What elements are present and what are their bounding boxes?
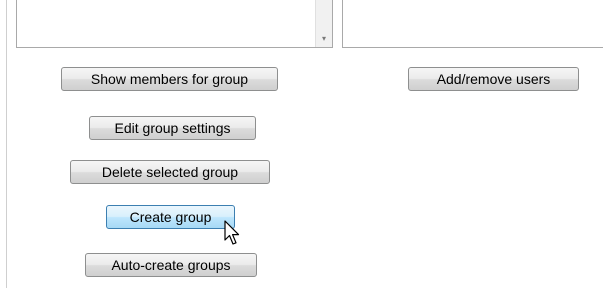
show-members-button[interactable]: Show members for group bbox=[61, 67, 278, 91]
mouse-pointer-arrow-icon bbox=[224, 220, 240, 245]
edit-group-settings-button[interactable]: Edit group settings bbox=[89, 116, 256, 140]
create-group-button[interactable]: Create group bbox=[106, 205, 235, 229]
scroll-down-arrow-icon[interactable]: ▾ bbox=[316, 35, 332, 43]
delete-selected-group-button[interactable]: Delete selected group bbox=[70, 160, 270, 184]
groups-listbox-scrollbar[interactable]: ▾ bbox=[315, 0, 332, 47]
users-listbox[interactable] bbox=[342, 0, 603, 48]
auto-create-groups-button[interactable]: Auto-create groups bbox=[85, 253, 257, 277]
add-remove-users-button[interactable]: Add/remove users bbox=[408, 67, 579, 91]
panel-left-border bbox=[6, 0, 7, 288]
groups-listbox[interactable]: ▾ bbox=[16, 0, 333, 48]
